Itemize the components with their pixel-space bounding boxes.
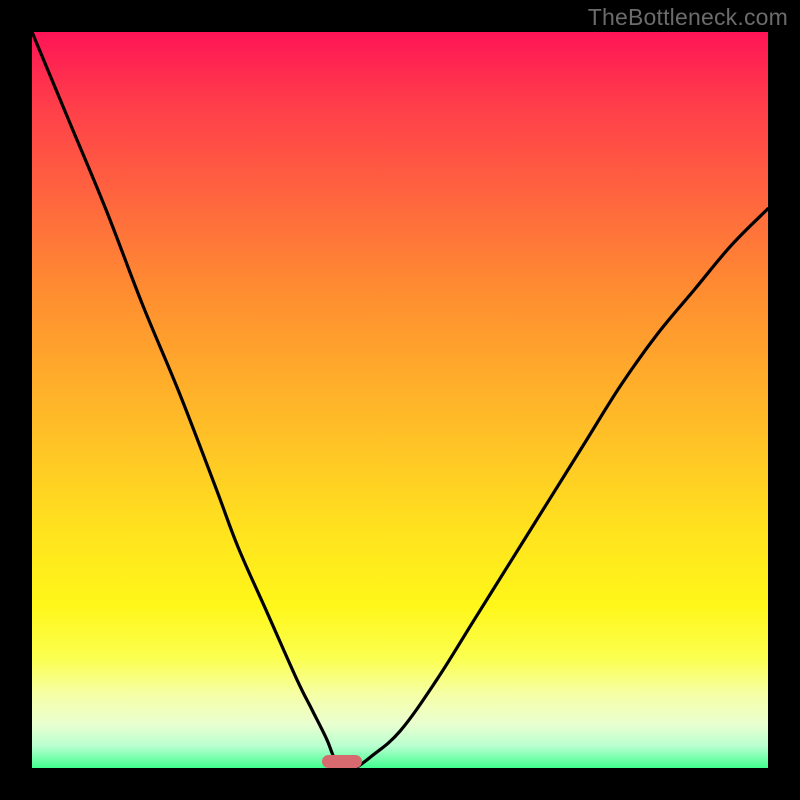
optimal-marker	[322, 755, 362, 768]
plot-area	[32, 32, 768, 768]
bottleneck-curve	[32, 32, 768, 768]
curve-left-branch	[32, 32, 341, 768]
curve-right-branch	[356, 209, 768, 768]
watermark-text: TheBottleneck.com	[588, 4, 788, 31]
chart-frame: TheBottleneck.com	[0, 0, 800, 800]
